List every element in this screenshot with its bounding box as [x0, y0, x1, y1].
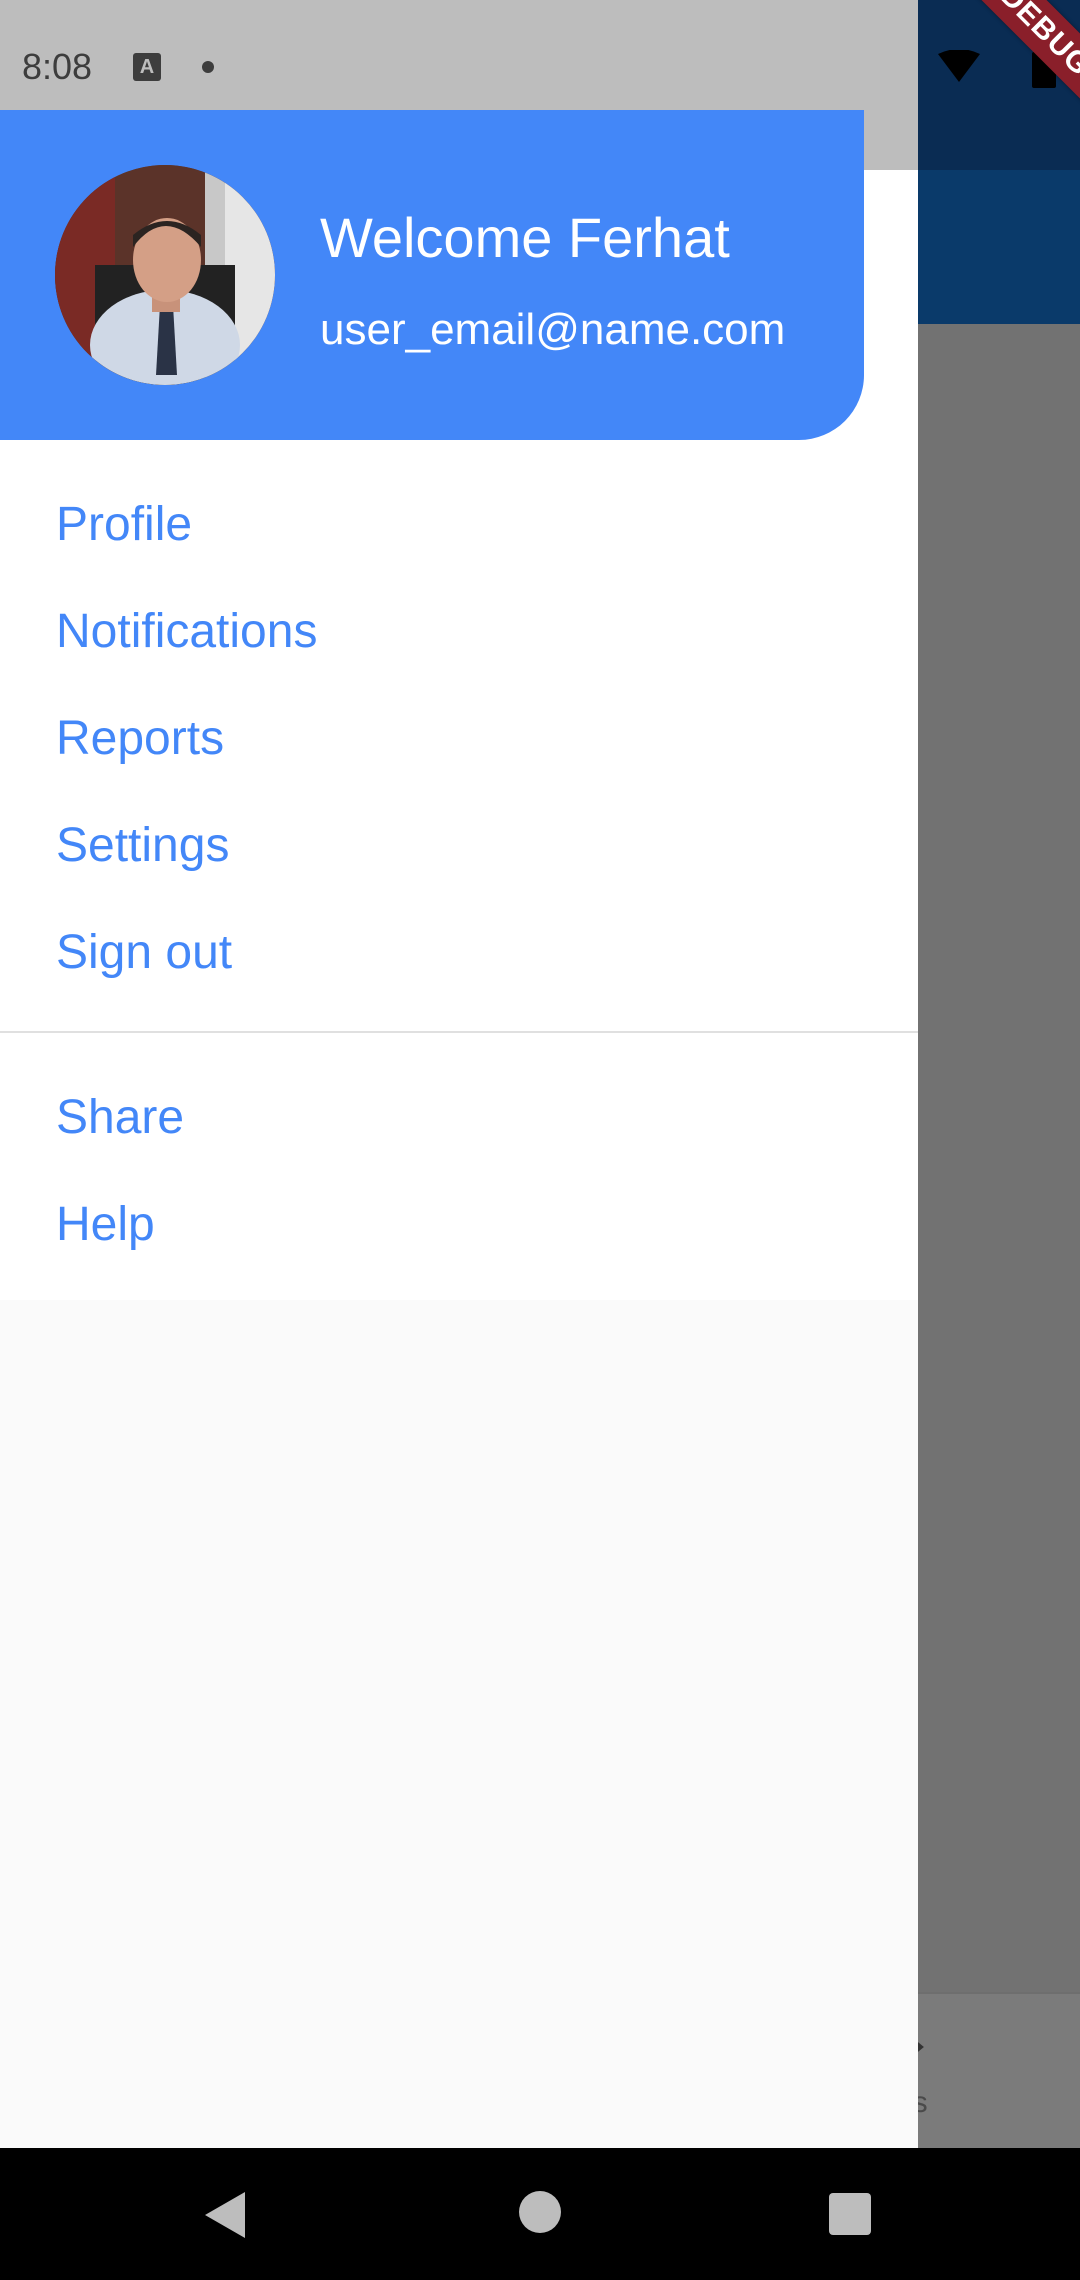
menu-item-profile[interactable]: Profile: [56, 497, 192, 552]
menu-item-settings[interactable]: Settings: [56, 818, 229, 873]
menu-item-sign-out[interactable]: Sign out: [56, 925, 232, 980]
home-icon[interactable]: [519, 2191, 561, 2233]
welcome-text: Welcome Ferhat: [320, 206, 730, 269]
wifi-icon: [938, 50, 980, 82]
user-email: user_email@name.com: [320, 305, 786, 354]
menu-item-help[interactable]: Help: [56, 1197, 155, 1252]
back-icon[interactable]: [205, 2192, 245, 2238]
menu-item-notifications[interactable]: Notifications: [56, 604, 317, 659]
navigation-drawer: [0, 170, 918, 2148]
status-time: 8:08: [22, 46, 93, 87]
keyboard-notification-icon: A: [133, 53, 161, 81]
menu-divider: [0, 1031, 918, 1033]
recent-apps-icon[interactable]: [829, 2193, 871, 2235]
menu-item-reports[interactable]: Reports: [56, 711, 224, 766]
avatar[interactable]: [55, 165, 275, 385]
notification-dot-icon: [202, 61, 214, 73]
avatar-photo: [55, 165, 275, 385]
menu-item-share[interactable]: Share: [56, 1090, 184, 1145]
